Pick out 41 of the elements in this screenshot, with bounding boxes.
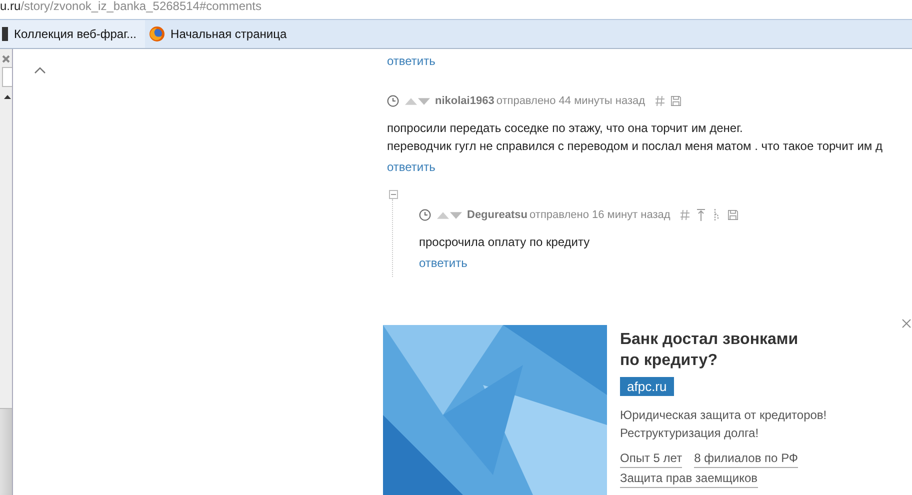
- collapse-icon[interactable]: [389, 190, 398, 199]
- ad-domain-link[interactable]: afpc.ru: [620, 377, 674, 396]
- close-icon[interactable]: [902, 319, 911, 328]
- reply-link[interactable]: ответить: [387, 53, 436, 69]
- ad-link[interactable]: 8 филиалов по РФ: [694, 450, 798, 468]
- comment-time: отправлено 44 минуты назад: [496, 95, 646, 107]
- upvote-icon[interactable]: [437, 212, 449, 218]
- downvote-icon[interactable]: [450, 212, 462, 218]
- comment-author[interactable]: Degureatsu: [467, 209, 528, 221]
- comment-time: отправлено 16 минут назад: [530, 209, 670, 221]
- comment-text: переводчик гугл не справился с переводом и послал меня матом . что такое торчит им д: [387, 138, 882, 155]
- scroll-to-top-icon[interactable]: [34, 67, 46, 74]
- comment-author[interactable]: nikolai1963: [435, 95, 494, 107]
- bookmark[interactable]: Начальная страница: [144, 20, 295, 48]
- save-icon[interactable]: [728, 209, 738, 221]
- ad-image[interactable]: [383, 325, 607, 495]
- scroll-up-icon[interactable]: [4, 95, 11, 99]
- reply-link[interactable]: ответить: [419, 255, 468, 271]
- arrow-up-icon[interactable]: [696, 209, 706, 221]
- upvote-icon[interactable]: [405, 98, 417, 104]
- scrollbar-thumb[interactable]: [0, 408, 12, 495]
- hash-icon[interactable]: [680, 209, 690, 221]
- clock-icon: [419, 209, 431, 221]
- firefox-icon: [148, 26, 165, 42]
- comment-text: попросили передать соседке по этажу, что она торчит им денег.: [387, 120, 743, 137]
- comment-text: просрочила оплату по кредиту: [419, 234, 590, 251]
- reply-link[interactable]: ответить: [387, 159, 436, 175]
- url-domain: u.ru: [0, 0, 21, 13]
- ad-link[interactable]: Защита прав заемщиков: [620, 470, 758, 488]
- close-icon[interactable]: [2, 55, 10, 63]
- url-path: /story/zvonok_iz_banka_5268514#comments: [20, 0, 262, 13]
- ad-title[interactable]: Банк достал звонками по кредиту?: [620, 329, 850, 371]
- ad-description: Юридическая защита от кредиторов! Реструктуризация долга!: [620, 407, 828, 442]
- save-icon[interactable]: [671, 95, 682, 107]
- bookmark[interactable]: Коллекция веб-фраг...: [0, 20, 145, 48]
- hash-icon[interactable]: [655, 95, 666, 107]
- search-field[interactable]: [2, 67, 12, 87]
- clock-icon: [387, 95, 399, 107]
- ad-link[interactable]: Опыт 5 лет: [620, 450, 682, 468]
- page-icon: [2, 27, 8, 41]
- downvote-icon[interactable]: [418, 98, 430, 104]
